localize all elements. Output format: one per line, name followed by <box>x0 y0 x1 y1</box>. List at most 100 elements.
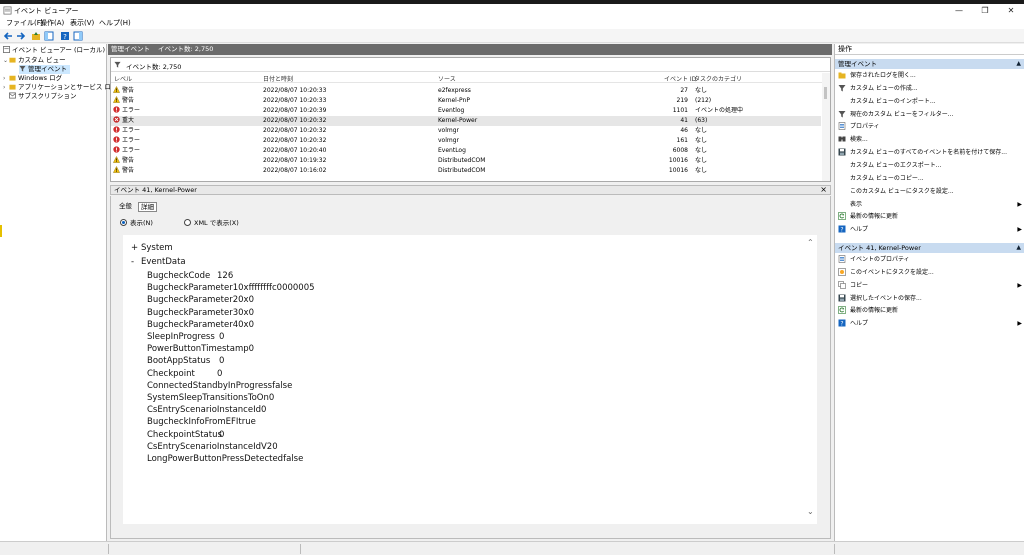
tree-item-administrative-events[interactable]: 管理イベント <box>19 65 70 74</box>
cell-level: エラー <box>113 136 140 146</box>
action-label: 表示 <box>850 200 863 208</box>
field-key: BugcheckParameter4 <box>147 319 239 330</box>
column-task-category[interactable]: タスクのカテゴリ <box>694 74 742 83</box>
action-item[interactable]: カスタム ビューのすべてのイベントを名前を付けて保存... <box>838 147 1022 159</box>
collapse-toggle[interactable]: - <box>131 257 141 267</box>
properties-icon <box>838 122 846 131</box>
action-item[interactable]: 検索... <box>838 134 1022 146</box>
refresh-icon <box>838 306 846 315</box>
column-header: レベル 日付と時刻 ソース イベント ID タスクのカテゴリ <box>111 73 830 83</box>
table-row[interactable]: エラー 2022/08/07 10:20:32 volmgr 46 なし <box>111 126 821 136</box>
action-label: 最新の情報に更新 <box>850 213 899 221</box>
action-item[interactable]: このイベントにタスクを設定... <box>838 267 1022 279</box>
scroll-up-chevron-icon[interactable]: ⌃ <box>807 238 814 247</box>
tab-general[interactable]: 全般 <box>117 202 134 212</box>
menu-file[interactable]: ファイル(F) <box>6 18 44 28</box>
table-row[interactable]: エラー 2022/08/07 10:20:32 volmgr 161 なし <box>111 136 821 146</box>
column-datetime[interactable]: 日付と時刻 <box>263 74 293 83</box>
submenu-arrow-icon: ▶ <box>1017 320 1022 328</box>
list-scrollbar[interactable] <box>822 73 830 181</box>
collapse-section-icon[interactable]: ▲ <box>1016 59 1021 69</box>
action-item[interactable]: 最新の情報に更新 <box>838 305 1022 317</box>
scroll-down-chevron-icon[interactable]: ⌄ <box>807 507 814 516</box>
cell-level: 警告 <box>113 166 134 176</box>
detail-close-button[interactable]: × <box>820 186 827 194</box>
cell-datetime: 2022/08/07 10:20:32 <box>263 137 327 144</box>
show-hide-tree-icon[interactable] <box>44 31 54 41</box>
table-row[interactable]: エラー 2022/08/07 10:20:40 EventLog 6008 なし <box>111 146 821 156</box>
action-item[interactable]: 選択したイベントの保存... <box>838 293 1022 305</box>
action-item[interactable]: 現在のカスタム ビューをフィルター... <box>838 109 1022 121</box>
action-item[interactable]: 保存されたログを開く... <box>838 70 1022 82</box>
action-item[interactable]: カスタム ビューのエクスポート... <box>838 160 1022 172</box>
menu-view[interactable]: 表示(V) <box>70 18 94 28</box>
tree-item-custom-views[interactable]: ⌄ カスタム ビュー <box>3 56 66 65</box>
action-item[interactable]: 最新の情報に更新 <box>838 211 1022 223</box>
eventdata-field: BootAppStatus 0 <box>147 356 224 366</box>
field-key: CheckpointStatus <box>147 429 222 440</box>
warning-icon <box>113 96 120 103</box>
eventdata-field: LongPowerButtonPressDetectedfalse <box>147 454 303 464</box>
action-item[interactable]: プロパティ <box>838 121 1022 133</box>
tree-item-label: サブスクリプション <box>18 92 77 100</box>
action-item[interactable]: ? ヘルプ ▶ <box>838 224 1022 236</box>
tree-item-subscriptions[interactable]: サブスクリプション <box>9 92 77 101</box>
xml-view-radio[interactable]: XML で表示(X) <box>184 218 239 228</box>
system-node[interactable]: + System <box>131 243 173 253</box>
minimize-button[interactable]: — <box>946 4 972 17</box>
actions-section-admin-events[interactable]: 管理イベント ▲ <box>835 59 1024 69</box>
eventdata-field: PowerButtonTimestamp0 <box>147 344 254 354</box>
action-item[interactable]: 表示 ▶ <box>838 199 1022 211</box>
tree-item-windows-logs[interactable]: › Windows ログ <box>3 74 62 83</box>
column-level[interactable]: レベル <box>114 74 132 83</box>
action-item[interactable]: カスタム ビューのコピー... <box>838 173 1022 185</box>
action-label: ヘルプ <box>850 320 869 328</box>
collapse-section-icon[interactable]: ▲ <box>1016 243 1021 253</box>
close-button[interactable]: ✕ <box>998 4 1024 17</box>
back-arrow-icon[interactable] <box>3 31 13 41</box>
table-row[interactable]: 警告 2022/08/07 10:16:02 DistributedCOM 10016… <box>111 166 821 176</box>
menu-action[interactable]: 操作(A) <box>40 18 64 28</box>
radio-unselected-icon[interactable] <box>184 219 191 226</box>
friendly-view-radio[interactable]: 表示(N) <box>120 218 153 228</box>
action-item[interactable]: カスタム ビューのインポート... <box>838 96 1022 108</box>
action-item[interactable]: カスタム ビューの作成... <box>838 83 1022 95</box>
eventdata-node[interactable]: - EventData <box>131 257 186 267</box>
warning-icon <box>113 86 120 93</box>
expand-toggle[interactable]: + <box>131 243 141 253</box>
cell-source: Kernel-Power <box>438 117 478 124</box>
filter-icon <box>19 65 26 72</box>
help-toolbar-icon[interactable]: ? <box>60 31 70 41</box>
tree-item-event-viewer-local[interactable]: イベント ビューアー (ローカル) <box>3 46 105 55</box>
action-item[interactable]: ? ヘルプ ▶ <box>838 318 1022 330</box>
table-row[interactable]: 重大 2022/08/07 10:20:32 Kernel-Power 41 (63) <box>111 116 821 126</box>
table-row[interactable]: エラー 2022/08/07 10:20:39 Eventlog 1101 イベントの処… <box>111 106 821 116</box>
table-row[interactable]: 警告 2022/08/07 10:20:33 Kernel-PnP 219 (212) <box>111 96 821 106</box>
action-item[interactable]: このカスタム ビューにタスクを設定... <box>838 186 1022 198</box>
save-icon <box>838 294 846 302</box>
column-event-id[interactable]: イベント ID <box>664 74 696 83</box>
table-row[interactable]: 警告 2022/08/07 10:20:33 e2fexpress 27 なし <box>111 86 821 96</box>
field-value: 0 <box>272 441 278 452</box>
tree-item-app-service-logs[interactable]: › アプリケーションとサービス ログ <box>3 83 117 92</box>
cell-task-category: なし <box>695 87 708 94</box>
tab-details[interactable]: 詳細 <box>138 202 157 212</box>
action-item[interactable]: イベントのプロパティ <box>838 254 1022 266</box>
show-hide-action-pane-icon[interactable] <box>73 31 83 41</box>
forward-arrow-icon[interactable] <box>16 31 26 41</box>
maximize-button[interactable]: ❐ <box>972 4 998 17</box>
actions-section-event[interactable]: イベント 41, Kernel-Power ▲ <box>835 243 1024 253</box>
scrollbar-thumb[interactable] <box>824 87 827 99</box>
radio-selected-icon[interactable] <box>120 219 127 226</box>
table-row[interactable]: 警告 2022/08/07 10:19:32 DistributedCOM 10016… <box>111 156 821 166</box>
menu-help[interactable]: ヘルプ(H) <box>99 18 131 28</box>
field-value: 0 <box>248 344 255 355</box>
center-header-title: 管理イベント <box>111 45 150 53</box>
error-icon <box>113 106 120 113</box>
up-folder-icon[interactable] <box>31 31 41 41</box>
column-source[interactable]: ソース <box>438 74 456 83</box>
section-label: イベント 41, Kernel-Power <box>838 244 921 252</box>
filter-icon <box>838 110 846 118</box>
action-item[interactable]: コピー ▶ <box>838 280 1022 292</box>
action-label: カスタム ビューのコピー... <box>850 174 924 182</box>
